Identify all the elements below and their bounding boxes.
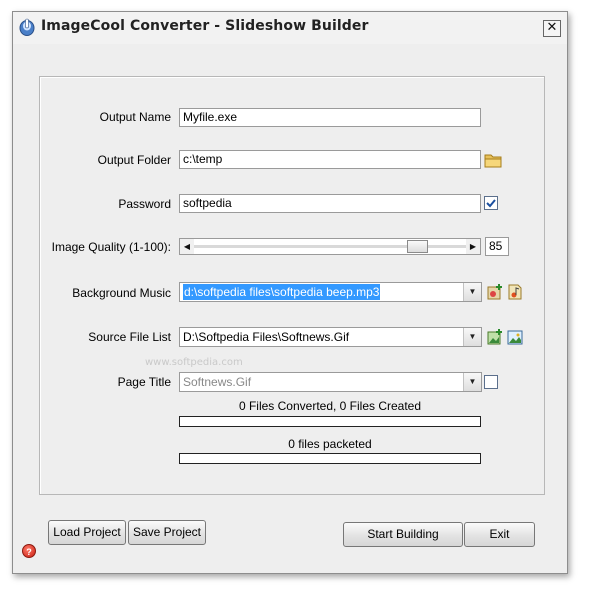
source-file-list-label: Source File List [88, 330, 171, 344]
chevron-down-icon[interactable]: ▼ [463, 283, 481, 301]
chevron-down-icon[interactable]: ▼ [463, 373, 481, 391]
help-icon[interactable]: ? [22, 544, 36, 558]
watermark: www.softpedia.com [145, 357, 243, 368]
background-music-combo[interactable]: d:\softpedia files\softpedia beep.mp3 ▼ [179, 282, 482, 302]
slider-thumb[interactable] [407, 240, 428, 253]
folder-icon[interactable] [484, 151, 502, 169]
slideshow-builder-window: ImageCool Converter - Slideshow Builder … [12, 11, 568, 574]
background-music-value: d:\softpedia files\softpedia beep.mp3 [183, 284, 381, 300]
password-label: Password [118, 197, 171, 211]
page-title-value: Softnews.Gif [183, 375, 252, 389]
start-building-button[interactable]: Start Building [343, 522, 463, 547]
image-quality-slider[interactable]: ◀ ▶ [179, 238, 481, 255]
conversion-progress-bar [179, 416, 481, 427]
app-icon [19, 18, 35, 36]
image-quality-value[interactable]: 85 [485, 237, 509, 256]
add-file-icon[interactable] [486, 283, 504, 301]
title-bar: ImageCool Converter - Slideshow Builder … [13, 12, 567, 44]
page-title-combo[interactable]: Softnews.Gif ▼ [179, 372, 482, 392]
source-file-list-value: D:\Softpedia Files\Softnews.Gif [183, 330, 350, 344]
slider-left-arrow-icon[interactable]: ◀ [180, 239, 194, 254]
chevron-down-icon[interactable]: ▼ [463, 328, 481, 346]
add-image-icon[interactable] [486, 328, 504, 346]
page-title-checkbox[interactable] [484, 375, 498, 389]
save-project-button[interactable]: Save Project [128, 520, 206, 545]
output-folder-field[interactable]: c:\temp [179, 150, 481, 169]
slider-right-arrow-icon[interactable]: ▶ [466, 239, 480, 254]
close-button[interactable]: ✕ [543, 20, 561, 37]
packet-progress-bar [179, 453, 481, 464]
window-title: ImageCool Converter - Slideshow Builder [41, 18, 369, 34]
image-file-icon[interactable] [506, 328, 524, 346]
image-quality-label: Image Quality (1-100): [51, 240, 171, 254]
password-checkbox[interactable] [484, 196, 498, 210]
password-field[interactable]: softpedia [179, 194, 481, 213]
output-name-label: Output Name [99, 110, 171, 124]
exit-button[interactable]: Exit [464, 522, 535, 547]
output-folder-label: Output Folder [97, 153, 171, 167]
output-name-field[interactable]: Myfile.exe [179, 108, 481, 127]
background-music-label: Background Music [72, 286, 171, 300]
packet-status: 0 files packeted [288, 437, 372, 451]
conversion-status: 0 Files Converted, 0 Files Created [238, 399, 422, 413]
source-file-list-combo[interactable]: D:\Softpedia Files\Softnews.Gif ▼ [179, 327, 482, 347]
page-title-label: Page Title [117, 375, 171, 389]
music-file-icon[interactable] [506, 283, 524, 301]
load-project-button[interactable]: Load Project [48, 520, 126, 545]
